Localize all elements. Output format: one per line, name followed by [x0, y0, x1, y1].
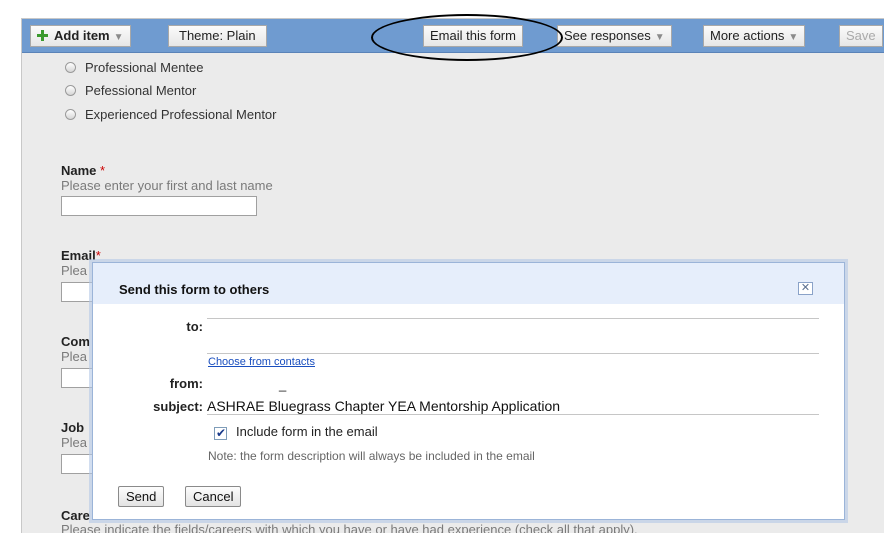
chevron-down-icon: ▼	[113, 32, 124, 43]
add-item-label: Add item	[54, 28, 110, 43]
include-form-label: Include form in the email	[236, 424, 378, 439]
theme-button[interactable]: Theme: Plain	[168, 25, 267, 47]
radio-option-label: Professional Mentee	[85, 60, 204, 75]
checkmark-icon: ✔	[216, 426, 227, 440]
radio-icon[interactable]	[65, 62, 76, 73]
radio-option-label: Experienced Professional Mentor	[85, 107, 277, 122]
subject-input[interactable]: ASHRAE Bluegrass Chapter YEA Mentorship …	[207, 397, 819, 415]
radio-option-mentor[interactable]: Pefessional Mentor	[65, 83, 196, 101]
email-help-text: Plea	[61, 263, 88, 278]
company-field-title: Com	[61, 334, 90, 349]
chevron-down-icon: ▼	[654, 32, 665, 43]
email-this-form-label: Email this form	[430, 28, 516, 43]
name-title-text: Name	[61, 163, 97, 178]
from-label: from:	[169, 376, 203, 391]
radio-icon[interactable]	[65, 109, 76, 120]
to-recipients-field[interactable]	[207, 318, 819, 354]
save-label: Save	[846, 28, 876, 43]
close-icon[interactable]: ✕	[798, 282, 813, 295]
radio-option-label: Pefessional Mentor	[85, 83, 197, 98]
editor-toolbar: Add item ▼ Theme: Plain Email this form S…	[22, 19, 884, 53]
dialog-title: Send this form to others	[119, 282, 270, 297]
email-this-form-button[interactable]: Email this form	[423, 25, 523, 47]
plus-icon	[37, 30, 48, 41]
name-help-text: Please enter your first and last name	[61, 178, 273, 193]
radio-option-experienced-mentor[interactable]: Experienced Professional Mentor	[65, 107, 277, 125]
name-field-title: Name *	[61, 163, 105, 178]
dialog-header: Send this form to others ✕	[93, 263, 844, 304]
theme-label: Theme: Plain	[179, 28, 256, 43]
email-title-text: Email	[61, 248, 96, 263]
careers-help-text: Please indicate the fields/careers with …	[61, 522, 638, 533]
job-field-title: Job	[61, 420, 85, 435]
email-field-title: Email*	[61, 248, 101, 263]
add-item-button[interactable]: Add item ▼	[30, 25, 131, 47]
subject-label: subject:	[153, 399, 203, 414]
required-marker: *	[100, 163, 106, 178]
to-label: to:	[186, 319, 203, 334]
include-form-checkbox[interactable]: ✔	[214, 426, 227, 440]
radio-icon[interactable]	[65, 85, 76, 96]
save-button[interactable]: Save	[839, 25, 883, 47]
more-actions-label: More actions	[710, 28, 785, 43]
company-help-text: Plea	[61, 349, 88, 364]
radio-option-mentee[interactable]: Professional Mentee	[65, 60, 204, 78]
send-form-dialog: Send this form to others ✕ to: Choose fr…	[92, 262, 845, 520]
from-value: _	[279, 377, 287, 392]
cancel-button[interactable]: Cancel	[185, 486, 242, 507]
see-responses-label: See responses	[564, 28, 651, 43]
job-help-text: Plea	[61, 435, 88, 450]
careers-field-title: Care	[61, 508, 90, 523]
description-note: Note: the form description will always b…	[208, 449, 535, 463]
required-marker: *	[95, 248, 101, 263]
chevron-down-icon: ▼	[788, 32, 799, 43]
choose-from-contacts-link[interactable]: Choose from contacts	[208, 356, 315, 368]
send-button[interactable]: Send	[118, 486, 165, 507]
more-actions-button[interactable]: More actions ▼	[703, 25, 806, 47]
name-input[interactable]	[61, 196, 257, 216]
see-responses-button[interactable]: See responses ▼	[557, 25, 672, 47]
